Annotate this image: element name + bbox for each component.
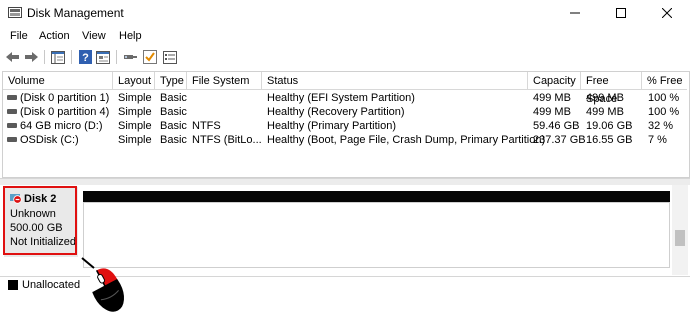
svg-text:?: ?	[82, 52, 89, 64]
cell-file-system: NTFS (BitLo...	[192, 134, 262, 146]
cell-type: Basic	[160, 134, 187, 146]
volume-icon	[7, 109, 17, 114]
window-title: Disk Management	[27, 6, 124, 20]
disk-management-icon	[8, 7, 22, 18]
cell-type: Basic	[160, 120, 187, 132]
cell-volume[interactable]: (Disk 0 partition 4)	[20, 105, 109, 119]
toolbar-separator	[71, 50, 72, 64]
mouse-right-click-icon	[80, 256, 132, 317]
cell-free-space: 19.06 GB	[586, 120, 633, 132]
disk-properties-icon[interactable]	[95, 49, 111, 65]
help-icon[interactable]: ?	[77, 49, 93, 65]
cell-type: Basic	[160, 92, 187, 104]
cell-capacity: 237.37 GB	[533, 134, 586, 146]
toolbar-separator	[116, 50, 117, 64]
menu-file[interactable]: File	[10, 30, 28, 42]
maximize-icon	[616, 8, 626, 18]
rescan-check-icon[interactable]	[142, 49, 158, 65]
cell-volume[interactable]: (Disk 0 partition 1)	[20, 91, 109, 105]
cell-status: Healthy (Recovery Partition)	[267, 106, 405, 118]
column-header-type[interactable]: Type	[155, 72, 187, 90]
cell-capacity: 59.46 GB	[533, 120, 580, 132]
cell-percent-free: 100 %	[648, 106, 680, 118]
cell-percent-free: 100 %	[648, 92, 680, 104]
unallocated-bar	[83, 191, 670, 202]
console-tree-icon[interactable]	[50, 49, 66, 65]
pane-splitter[interactable]	[0, 178, 690, 185]
cell-layout: Simple	[118, 92, 152, 104]
column-header-volume[interactable]: Volume	[3, 72, 113, 90]
cell-status: Healthy (Boot, Page File, Crash Dump, Pr…	[267, 134, 546, 146]
volume-icon	[7, 123, 17, 128]
cell-file-system: NTFS	[192, 120, 221, 132]
menu-action[interactable]: Action	[39, 30, 70, 42]
cell-capacity: 499 MB	[533, 106, 571, 118]
cell-status: Healthy (Primary Partition)	[267, 120, 396, 132]
cell-volume[interactable]: 64 GB micro (D:)	[20, 119, 103, 133]
cell-status: Healthy (EFI System Partition)	[267, 92, 415, 104]
column-header-free-space[interactable]: Free Space	[581, 72, 642, 105]
cell-volume[interactable]: OSDisk (C:)	[20, 133, 79, 147]
disk-highlight-box	[3, 186, 77, 255]
cell-percent-free: 32 %	[648, 120, 674, 132]
close-button[interactable]	[644, 0, 690, 26]
menu-view[interactable]: View	[82, 30, 106, 42]
unallocated-swatch	[8, 280, 18, 290]
cell-percent-free: 7 %	[648, 134, 667, 146]
cell-layout: Simple	[118, 120, 152, 132]
close-icon	[662, 8, 672, 18]
column-header-status[interactable]: Status	[262, 72, 528, 90]
forward-arrow-icon[interactable]	[23, 49, 39, 65]
cell-type: Basic	[160, 106, 187, 118]
cell-layout: Simple	[118, 134, 152, 146]
settings-list-icon[interactable]	[162, 49, 178, 65]
minimize-button[interactable]	[552, 0, 598, 26]
volume-icon	[7, 137, 17, 142]
column-header-capacity[interactable]: Capacity	[528, 72, 581, 90]
cell-free-space: 499 MB	[586, 106, 624, 118]
volume-icon	[7, 95, 17, 100]
minimize-icon	[570, 12, 580, 14]
cell-free-space: 499 MB	[586, 92, 624, 104]
maximize-button[interactable]	[598, 0, 644, 26]
column-header-file-system[interactable]: File System	[187, 72, 262, 90]
menu-help[interactable]: Help	[119, 30, 142, 42]
column-header-percent-free[interactable]: % Free	[642, 72, 687, 90]
legend-label: Unallocated	[22, 279, 81, 291]
cell-free-space: 16.55 GB	[586, 134, 633, 146]
scrollbar-thumb[interactable]	[675, 230, 685, 246]
column-header-layout[interactable]: Layout	[113, 72, 155, 90]
cell-layout: Simple	[118, 106, 152, 118]
cell-capacity: 499 MB	[533, 92, 571, 104]
back-arrow-icon[interactable]	[5, 49, 21, 65]
toolbar-separator	[44, 50, 45, 64]
connect-disk-icon[interactable]	[122, 49, 138, 65]
unallocated-region[interactable]	[83, 202, 670, 268]
